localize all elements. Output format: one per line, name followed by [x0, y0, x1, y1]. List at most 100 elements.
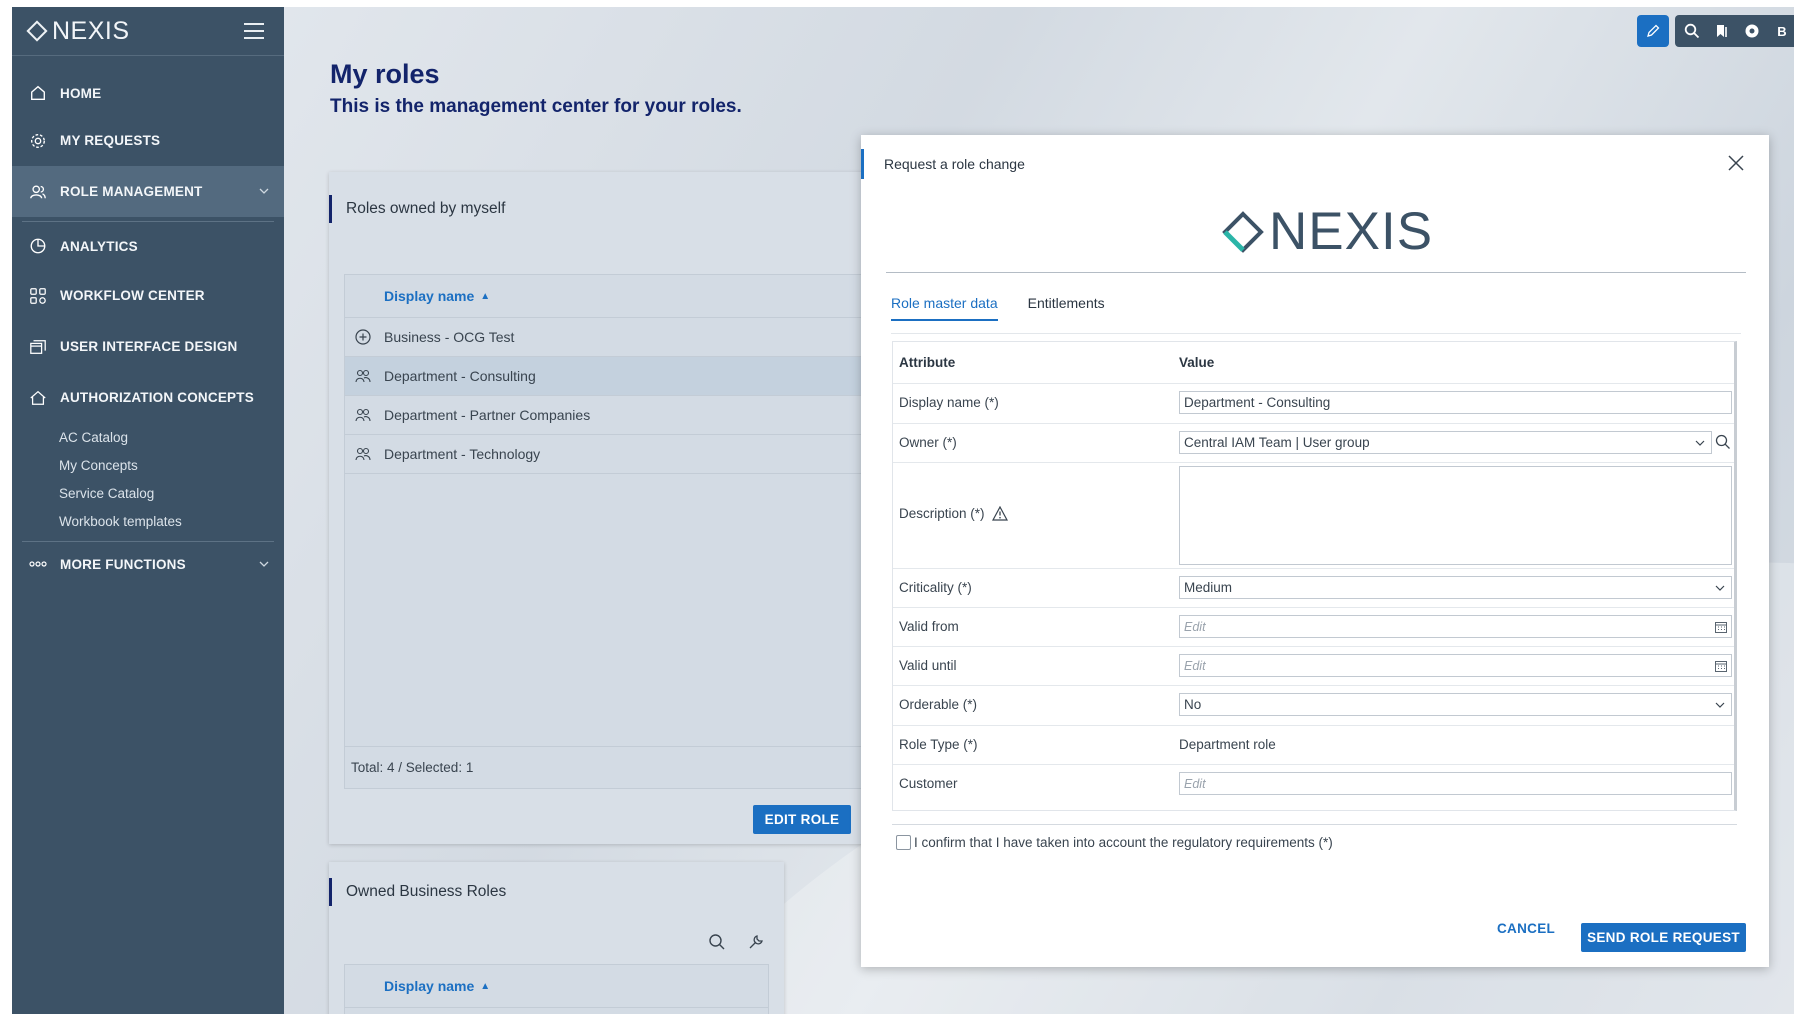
- subnav-ac-catalog[interactable]: AC Catalog: [12, 423, 284, 451]
- users-icon: [353, 408, 373, 422]
- owner-select[interactable]: Central IAM Team | User group: [1179, 431, 1712, 454]
- customer-field[interactable]: Edit: [1179, 772, 1732, 795]
- row-label: Department - Partner Companies: [384, 407, 591, 423]
- nav-label: MORE FUNCTIONS: [60, 556, 186, 572]
- field-label: Valid until: [899, 658, 957, 673]
- nav-analytics[interactable]: ANALYTICS: [12, 222, 284, 270]
- users-icon: [28, 182, 48, 202]
- field-label: Description (*): [899, 506, 1008, 521]
- dialog-title: Request a role change: [861, 149, 1025, 179]
- nexis-logo-icon: [1222, 210, 1264, 253]
- row-criticality: Criticality (*) Medium: [893, 569, 1734, 608]
- table-row[interactable]: Business - OCG Test: [345, 318, 868, 357]
- description-field[interactable]: [1179, 466, 1732, 565]
- bookmarks-icon[interactable]: [1713, 22, 1731, 40]
- row-valid-until: Valid until Edit: [893, 647, 1734, 686]
- column-header-display-name[interactable]: Display name ▲: [345, 275, 868, 318]
- orderable-select[interactable]: No: [1179, 693, 1732, 716]
- row-role-type: Role Type (*) Department role: [893, 726, 1734, 765]
- dialog-tabs: Role master data Entitlements: [891, 295, 1105, 321]
- nav-label: AUTHORIZATION CONCEPTS: [60, 390, 254, 405]
- regulatory-confirmation: I confirm that I have taken into account…: [896, 835, 1333, 850]
- nav-my-requests[interactable]: MY REQUESTS: [12, 115, 284, 166]
- window-icon: [28, 337, 48, 357]
- row-label: Department - Technology: [384, 446, 541, 462]
- table-row[interactable]: Department - Technology: [345, 435, 868, 474]
- tab-entitlements[interactable]: Entitlements: [1028, 295, 1105, 321]
- divider: [892, 824, 1737, 825]
- confirm-checkbox[interactable]: [896, 835, 911, 850]
- page-title: My roles: [330, 59, 440, 89]
- role-master-data-form: Attribute Value Display name (*) Departm…: [892, 341, 1737, 811]
- wrench-icon[interactable]: [747, 933, 765, 951]
- grid-footer-status: Total: 4 / Selected: 1: [345, 746, 868, 788]
- attribute-header: Attribute: [899, 355, 956, 370]
- workflow-icon: [28, 286, 48, 306]
- edit-mode-button[interactable]: [1637, 15, 1669, 47]
- sort-asc-icon: ▲: [480, 290, 491, 302]
- menu-toggle-icon[interactable]: [244, 23, 264, 39]
- search-icon[interactable]: [1683, 22, 1701, 40]
- cancel-button[interactable]: CANCEL: [1497, 921, 1555, 936]
- edit-role-button[interactable]: EDIT ROLE: [753, 805, 851, 834]
- calendar-icon[interactable]: [1715, 621, 1727, 633]
- field-label: Role Type (*): [899, 737, 978, 752]
- display-name-field[interactable]: Department - Consulting: [1179, 391, 1732, 414]
- search-icon[interactable]: [708, 933, 726, 951]
- table-row[interactable]: Department - Partner Companies: [345, 396, 868, 435]
- nav-label: ANALYTICS: [60, 238, 138, 254]
- nav-more-functions[interactable]: MORE FUNCTIONS: [12, 542, 284, 586]
- row-customer: Customer Edit: [893, 765, 1734, 804]
- field-label: Valid from: [899, 619, 959, 634]
- column-header-display-name[interactable]: Display name ▲: [345, 965, 768, 1008]
- dialog-logo: NEXIS: [1221, 201, 1433, 262]
- tab-role-master-data[interactable]: Role master data: [891, 295, 998, 321]
- description-label: Description (*): [899, 506, 985, 521]
- gear-icon: [28, 131, 48, 151]
- row-valid-from: Valid from Edit: [893, 608, 1734, 647]
- nav-authorization-concepts[interactable]: AUTHORIZATION CONCEPTS: [12, 372, 284, 423]
- pie-chart-icon: [28, 236, 48, 256]
- nav-user-interface-design[interactable]: USER INTERFACE DESIGN: [12, 321, 284, 372]
- field-label: Display name (*): [899, 395, 999, 410]
- sort-asc-icon: ▲: [480, 980, 491, 992]
- role-type-value: Department role: [1179, 737, 1276, 752]
- column-header-label: Display name: [384, 978, 475, 994]
- user-avatar[interactable]: B: [1773, 22, 1791, 40]
- nav-label: USER INTERFACE DESIGN: [60, 339, 238, 354]
- calendar-icon[interactable]: [1715, 660, 1727, 672]
- field-label: Customer: [899, 776, 958, 791]
- owned-business-roles-card: Owned Business Roles Display name ▲: [329, 862, 784, 1014]
- chevron-down-icon: [1695, 440, 1705, 446]
- home-icon: [28, 83, 48, 103]
- table-row-selected[interactable]: Department - Consulting: [345, 357, 868, 396]
- nav-label: HOME: [60, 85, 102, 101]
- nav-home[interactable]: HOME: [12, 71, 284, 115]
- orderable-value: No: [1184, 697, 1202, 712]
- valid-until-field[interactable]: Edit: [1179, 654, 1732, 677]
- nexis-logo-icon: [26, 20, 48, 42]
- nav-workflow-center[interactable]: WORKFLOW CENTER: [12, 270, 284, 321]
- request-role-change-dialog: Request a role change NEXIS Role master …: [861, 135, 1769, 967]
- search-icon[interactable]: [1715, 434, 1731, 450]
- chevron-down-icon: [1715, 585, 1725, 591]
- customer-placeholder: Edit: [1184, 776, 1206, 791]
- value-header: Value: [1179, 355, 1215, 370]
- send-role-request-button[interactable]: SEND ROLE REQUEST: [1581, 923, 1746, 952]
- pencil-icon: [1647, 24, 1660, 37]
- roles-grid: Display name ▲ Business - OCG Test Depar…: [344, 274, 869, 789]
- criticality-select[interactable]: Medium: [1179, 576, 1732, 599]
- subnav-my-concepts[interactable]: My Concepts: [12, 451, 284, 479]
- subnav-workbook-templates[interactable]: Workbook templates: [12, 507, 284, 535]
- valid-from-placeholder: Edit: [1184, 619, 1206, 634]
- valid-from-field[interactable]: Edit: [1179, 615, 1732, 638]
- row-display-name: Display name (*) Department - Consulting: [893, 384, 1734, 424]
- close-icon[interactable]: [1727, 154, 1745, 172]
- nav-role-management[interactable]: ROLE MANAGEMENT: [12, 166, 284, 217]
- home-outline-icon: [28, 388, 48, 408]
- form-header: Attribute Value: [893, 342, 1734, 384]
- help-icon[interactable]: [1743, 22, 1761, 40]
- subnav-service-catalog[interactable]: Service Catalog: [12, 479, 284, 507]
- card-title: Owned Business Roles: [329, 878, 506, 906]
- warning-icon: [991, 506, 1008, 521]
